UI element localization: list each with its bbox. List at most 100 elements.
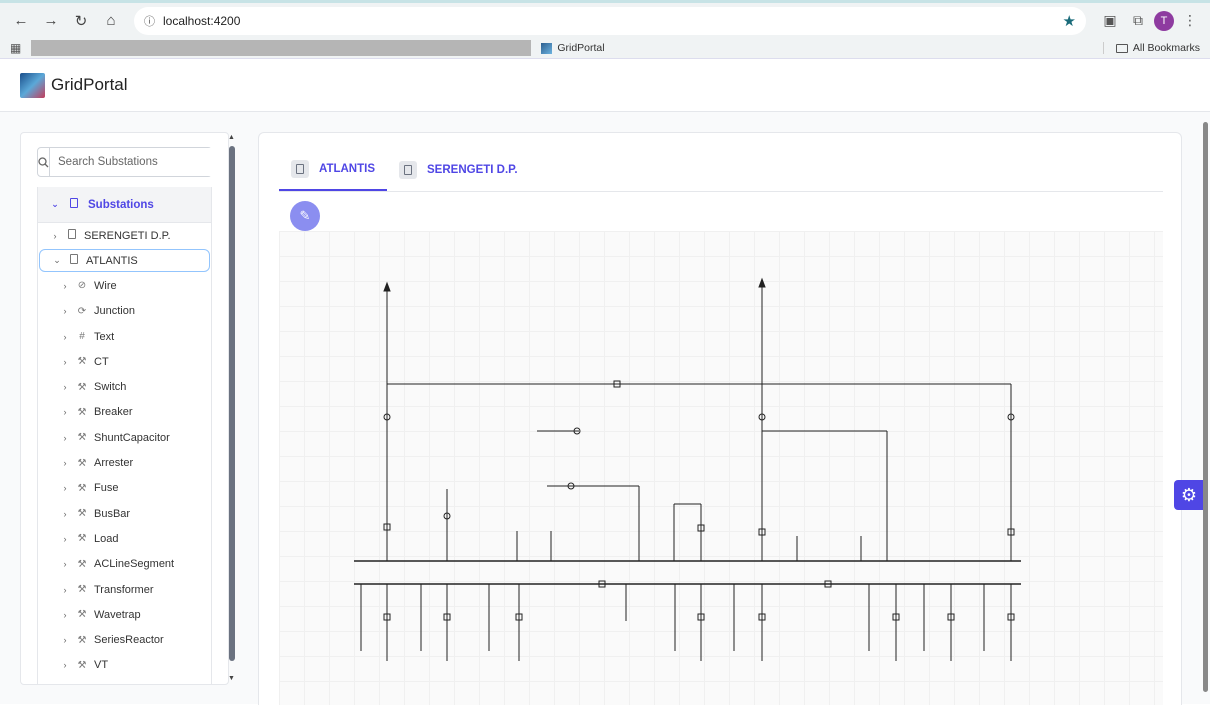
wrench-icon: ⚒ <box>77 482 87 494</box>
tree-item-label: VT <box>94 659 109 672</box>
sidebar-scrollbar[interactable]: ▲ ▼ <box>228 134 236 682</box>
building-icon <box>66 229 78 242</box>
page-scroll-thumb[interactable] <box>1203 122 1208 692</box>
bookmark-gridportal[interactable]: GridPortal <box>541 42 605 54</box>
tree-item-ct[interactable]: › ⚒ CT <box>38 349 211 374</box>
chevron-right-icon[interactable]: › <box>60 433 70 443</box>
wrench-icon: ⚒ <box>77 406 87 418</box>
chevron-right-icon[interactable]: › <box>50 231 60 241</box>
single-line-diagram[interactable] <box>279 231 1163 705</box>
tree-item-label: ShuntCapacitor <box>94 431 170 444</box>
app-header: GridPortal <box>0 59 1210 112</box>
chevron-right-icon[interactable]: › <box>60 483 70 493</box>
bookmarks-bar: ▦ GridPortal All Bookmarks <box>0 38 1210 59</box>
wrench-icon: ⚒ <box>77 356 87 368</box>
chevron-right-icon[interactable]: › <box>60 332 70 342</box>
tree-item-label: CT <box>94 355 109 368</box>
tree-item-breaker[interactable]: › ⚒ Breaker <box>38 400 211 425</box>
search-icon[interactable] <box>38 148 50 176</box>
tree-item-atlantis[interactable]: ⌄ ATLANTIS <box>39 249 210 273</box>
tree-item-wavetrap[interactable]: › ⚒ Wavetrap <box>38 602 211 627</box>
chevron-down-icon[interactable]: ⌄ <box>50 199 60 210</box>
wrench-icon: ⚒ <box>77 533 87 545</box>
chevron-right-icon[interactable]: › <box>60 559 70 569</box>
tree-item-junction[interactable]: › ⟳ Junction <box>38 299 211 324</box>
building-icon <box>68 254 80 267</box>
chevron-right-icon[interactable]: › <box>60 534 70 544</box>
reload-icon[interactable]: ↻ <box>68 8 94 34</box>
tree-item-wire[interactable]: › ⊘ Wire <box>38 273 211 298</box>
edit-button[interactable]: ✎ <box>290 201 320 231</box>
settings-button[interactable]: ⚙ <box>1174 480 1204 510</box>
chevron-right-icon[interactable]: › <box>60 357 70 367</box>
tree-item-aclinesegment[interactable]: › ⚒ ACLineSegment <box>38 552 211 577</box>
chevron-right-icon[interactable]: › <box>60 306 70 316</box>
tree-item-label: Arrester <box>94 457 134 470</box>
tab-serengeti[interactable]: SERENGETI D.P. <box>387 148 530 191</box>
tree-item-seriesreactor[interactable]: › ⚒ SeriesReactor <box>38 627 211 652</box>
wrench-icon: ⚒ <box>77 634 87 646</box>
wrench-icon: ⚒ <box>77 584 87 595</box>
media-icon[interactable]: ▣ <box>1098 9 1122 33</box>
tree-item-arrester[interactable]: › ⚒ Arrester <box>38 450 211 475</box>
tree-item-text[interactable]: › # Text <box>38 324 211 349</box>
sidebar: ⌄ Substations › SERENGETI D.P. ⌄ ATLANTI… <box>20 132 229 685</box>
tree-item-label: Junction <box>94 305 135 318</box>
wrench-icon: ⚒ <box>77 432 87 444</box>
all-bookmarks[interactable]: All Bookmarks <box>1102 42 1200 54</box>
tree-item-label: Switch <box>94 381 127 394</box>
tree-item-busbar[interactable]: › ⚒ BusBar <box>38 501 211 526</box>
tree-item-fuse[interactable]: › ⚒ Fuse <box>38 476 211 501</box>
tree-item-load[interactable]: › ⚒ Load <box>38 526 211 551</box>
wrench-icon: ⚒ <box>77 508 87 520</box>
tab-atlantis[interactable]: ATLANTIS <box>279 148 388 191</box>
scroll-down-icon[interactable]: ▼ <box>228 675 235 682</box>
page-scrollbar[interactable] <box>1202 112 1210 705</box>
bookmark-star-icon[interactable]: ★ <box>1063 12 1076 30</box>
redacted-bookmarks <box>31 40 532 56</box>
tree-item-label: Fuse <box>94 482 119 495</box>
link-icon: ⊘ <box>77 280 87 292</box>
chevron-right-icon[interactable]: › <box>60 382 70 392</box>
chevron-right-icon[interactable]: › <box>60 509 70 519</box>
scroll-up-icon[interactable]: ▲ <box>228 134 235 141</box>
app-logo <box>20 72 45 98</box>
building-icon <box>399 160 418 179</box>
chevron-right-icon[interactable]: › <box>60 660 70 670</box>
pencil-icon: ✎ <box>299 208 311 223</box>
tree-item-label: SeriesReactor <box>94 634 164 647</box>
browser-toolbar: ← → ↻ ⌂ ⓘ localhost:4200 ★ ▣ ⧉ T ⋮ <box>0 0 1210 38</box>
chevron-right-icon[interactable]: › <box>60 610 70 620</box>
search-box <box>37 147 220 177</box>
building-icon <box>291 159 309 178</box>
wrench-icon: ⚒ <box>77 457 87 469</box>
tree-item-serengeti[interactable]: › SERENGETI D.P. <box>38 223 211 248</box>
app-title: GridPortal <box>51 75 128 94</box>
chevron-right-icon[interactable]: › <box>60 585 70 595</box>
chevron-down-icon[interactable]: ⌄ <box>52 255 62 266</box>
chevron-right-icon[interactable]: › <box>60 281 70 291</box>
wrench-icon: ⚒ <box>77 381 87 393</box>
home-icon[interactable]: ⌂ <box>98 8 124 34</box>
menu-icon[interactable]: ⋮ <box>1178 9 1202 33</box>
tree-item-transformer[interactable]: › ⚒ Transformer <box>38 577 211 602</box>
wrench-icon: ⚒ <box>77 609 87 621</box>
tree-item-vt[interactable]: › ⚒ VT <box>38 653 211 678</box>
search-input[interactable] <box>50 148 220 176</box>
tree-item-shuntcapacitor[interactable]: › ⚒ ShuntCapacitor <box>38 425 211 450</box>
address-bar[interactable]: ⓘ localhost:4200 ★ <box>134 6 1086 35</box>
chevron-right-icon[interactable]: › <box>60 635 70 645</box>
site-info-icon[interactable]: ⓘ <box>144 13 155 29</box>
scroll-thumb[interactable] <box>229 146 235 661</box>
extensions-icon[interactable]: ⧉ <box>1126 9 1150 33</box>
refresh-icon: ⟳ <box>77 305 87 317</box>
tree-item-switch[interactable]: › ⚒ Switch <box>38 374 211 399</box>
forward-icon[interactable]: → <box>38 8 64 34</box>
apps-icon[interactable]: ▦ <box>10 41 21 55</box>
chevron-right-icon[interactable]: › <box>60 458 70 468</box>
building-icon <box>68 198 80 211</box>
back-icon[interactable]: ← <box>8 8 34 34</box>
tree-root-substations[interactable]: ⌄ Substations <box>38 187 211 223</box>
chevron-right-icon[interactable]: › <box>60 407 70 417</box>
profile-avatar[interactable]: T <box>1154 10 1174 31</box>
